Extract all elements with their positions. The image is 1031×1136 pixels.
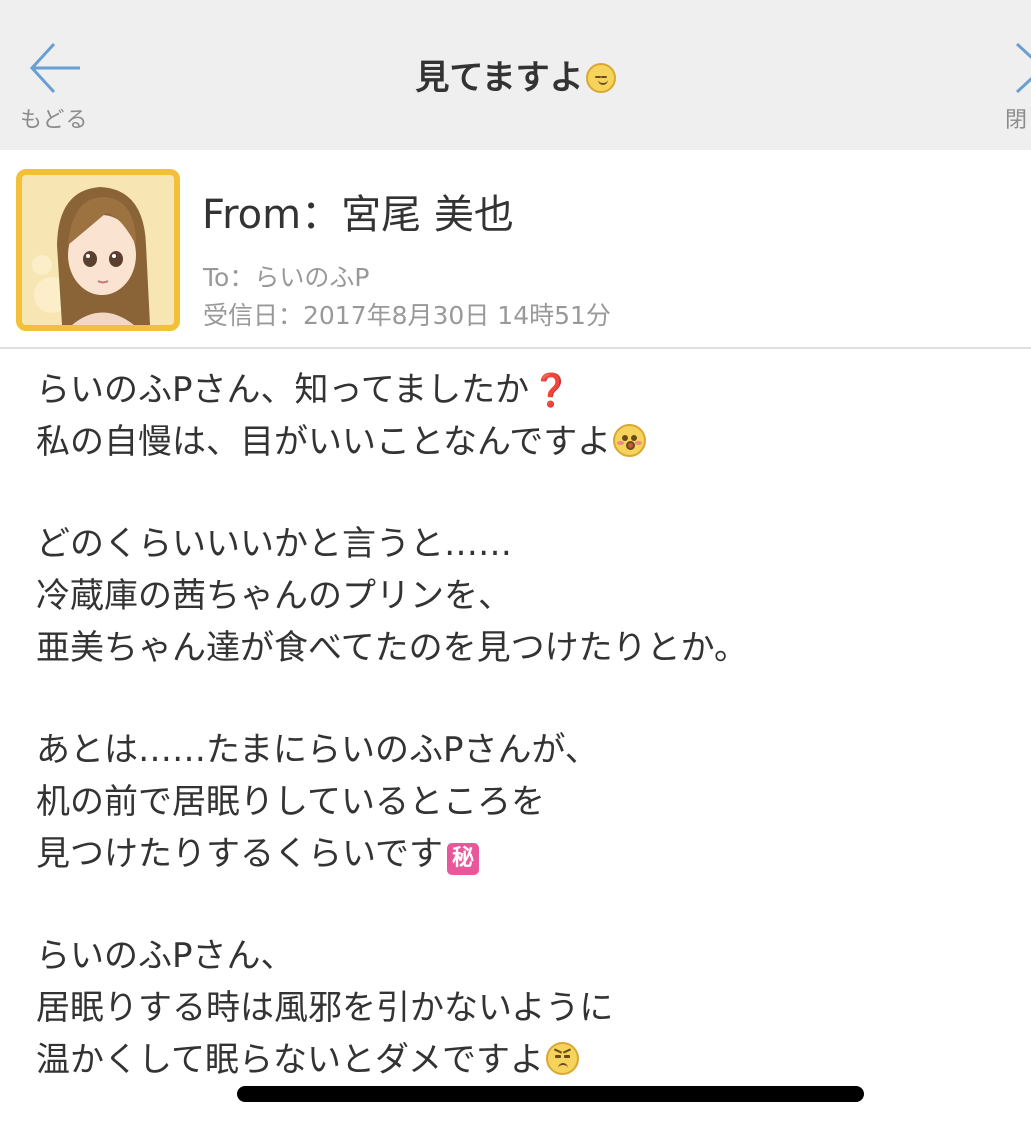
question-icon: ❓: [531, 371, 571, 409]
secret-icon: 秘: [446, 843, 479, 875]
chevron-right-icon: [1015, 42, 1031, 94]
message-line: 温かくして眠らないとダメですよ: [36, 1034, 1016, 1086]
smirk-face-icon: [585, 63, 616, 93]
close-button[interactable]: 閉: [995, 34, 1031, 134]
close-label: 閉: [1005, 108, 1028, 133]
from-line: From：宮尾 美也: [202, 192, 514, 238]
back-label: もどる: [20, 108, 89, 133]
message-line: らいのふPさん、知ってましたか❓: [36, 364, 1016, 416]
character-portrait-icon: [22, 175, 174, 325]
avatar: [16, 169, 180, 331]
angry-face-icon: [545, 1042, 579, 1075]
message-line: 机の前で居眠りしているところを: [36, 782, 545, 822]
message-body: らいのふPさん、知ってましたか❓ 私の自慢は、目がいいことなんですよ どのくらい…: [36, 364, 1016, 1136]
surprised-face-icon: [613, 424, 647, 457]
paragraph: あとは……たまにらいのふPさんが、 机の前で居眠りしているところを 見つけたりす…: [36, 724, 1016, 880]
received-date: 受信日：2017年8月30日 14時51分: [203, 301, 611, 330]
message-line: あとは……たまにらいのふPさんが、: [36, 730, 599, 770]
paragraph: らいのふPさん、 居眠りする時は風邪を引かないように 温かくして眠らないとダメで…: [36, 930, 1016, 1086]
to-line: To：らいのふP: [203, 263, 370, 292]
message-line: 冷蔵庫の茜ちゃんのプリンを、: [36, 576, 512, 616]
title-text: 見てますよ: [415, 58, 584, 98]
message-line: らいのふPさん、: [36, 936, 295, 976]
paragraph: らいのふPさん、知ってましたか❓ 私の自慢は、目がいいことなんですよ: [36, 364, 1016, 468]
home-indicator[interactable]: [237, 1086, 864, 1102]
message-line: どのくらいいいかと言うと……: [36, 524, 512, 564]
message-line: 見つけたりするくらいです秘: [36, 828, 1016, 880]
message-line: 亜美ちゃん達が食べてたのを見つけたりとか。: [36, 628, 748, 668]
nav-header: もどる 見てますよ 閉: [0, 0, 1031, 150]
sender-info: From：宮尾 美也 To：らいのふP 受信日：2017年8月30日 14時51…: [0, 150, 1031, 349]
message-line: 私の自慢は、目がいいことなんですよ: [36, 416, 1016, 468]
message-line: 居眠りする時は風邪を引かないように: [36, 988, 614, 1028]
paragraph: どのくらいいいかと言うと…… 冷蔵庫の茜ちゃんのプリンを、 亜美ちゃん達が食べて…: [36, 518, 1016, 674]
page-title: 見てますよ: [0, 50, 1031, 99]
